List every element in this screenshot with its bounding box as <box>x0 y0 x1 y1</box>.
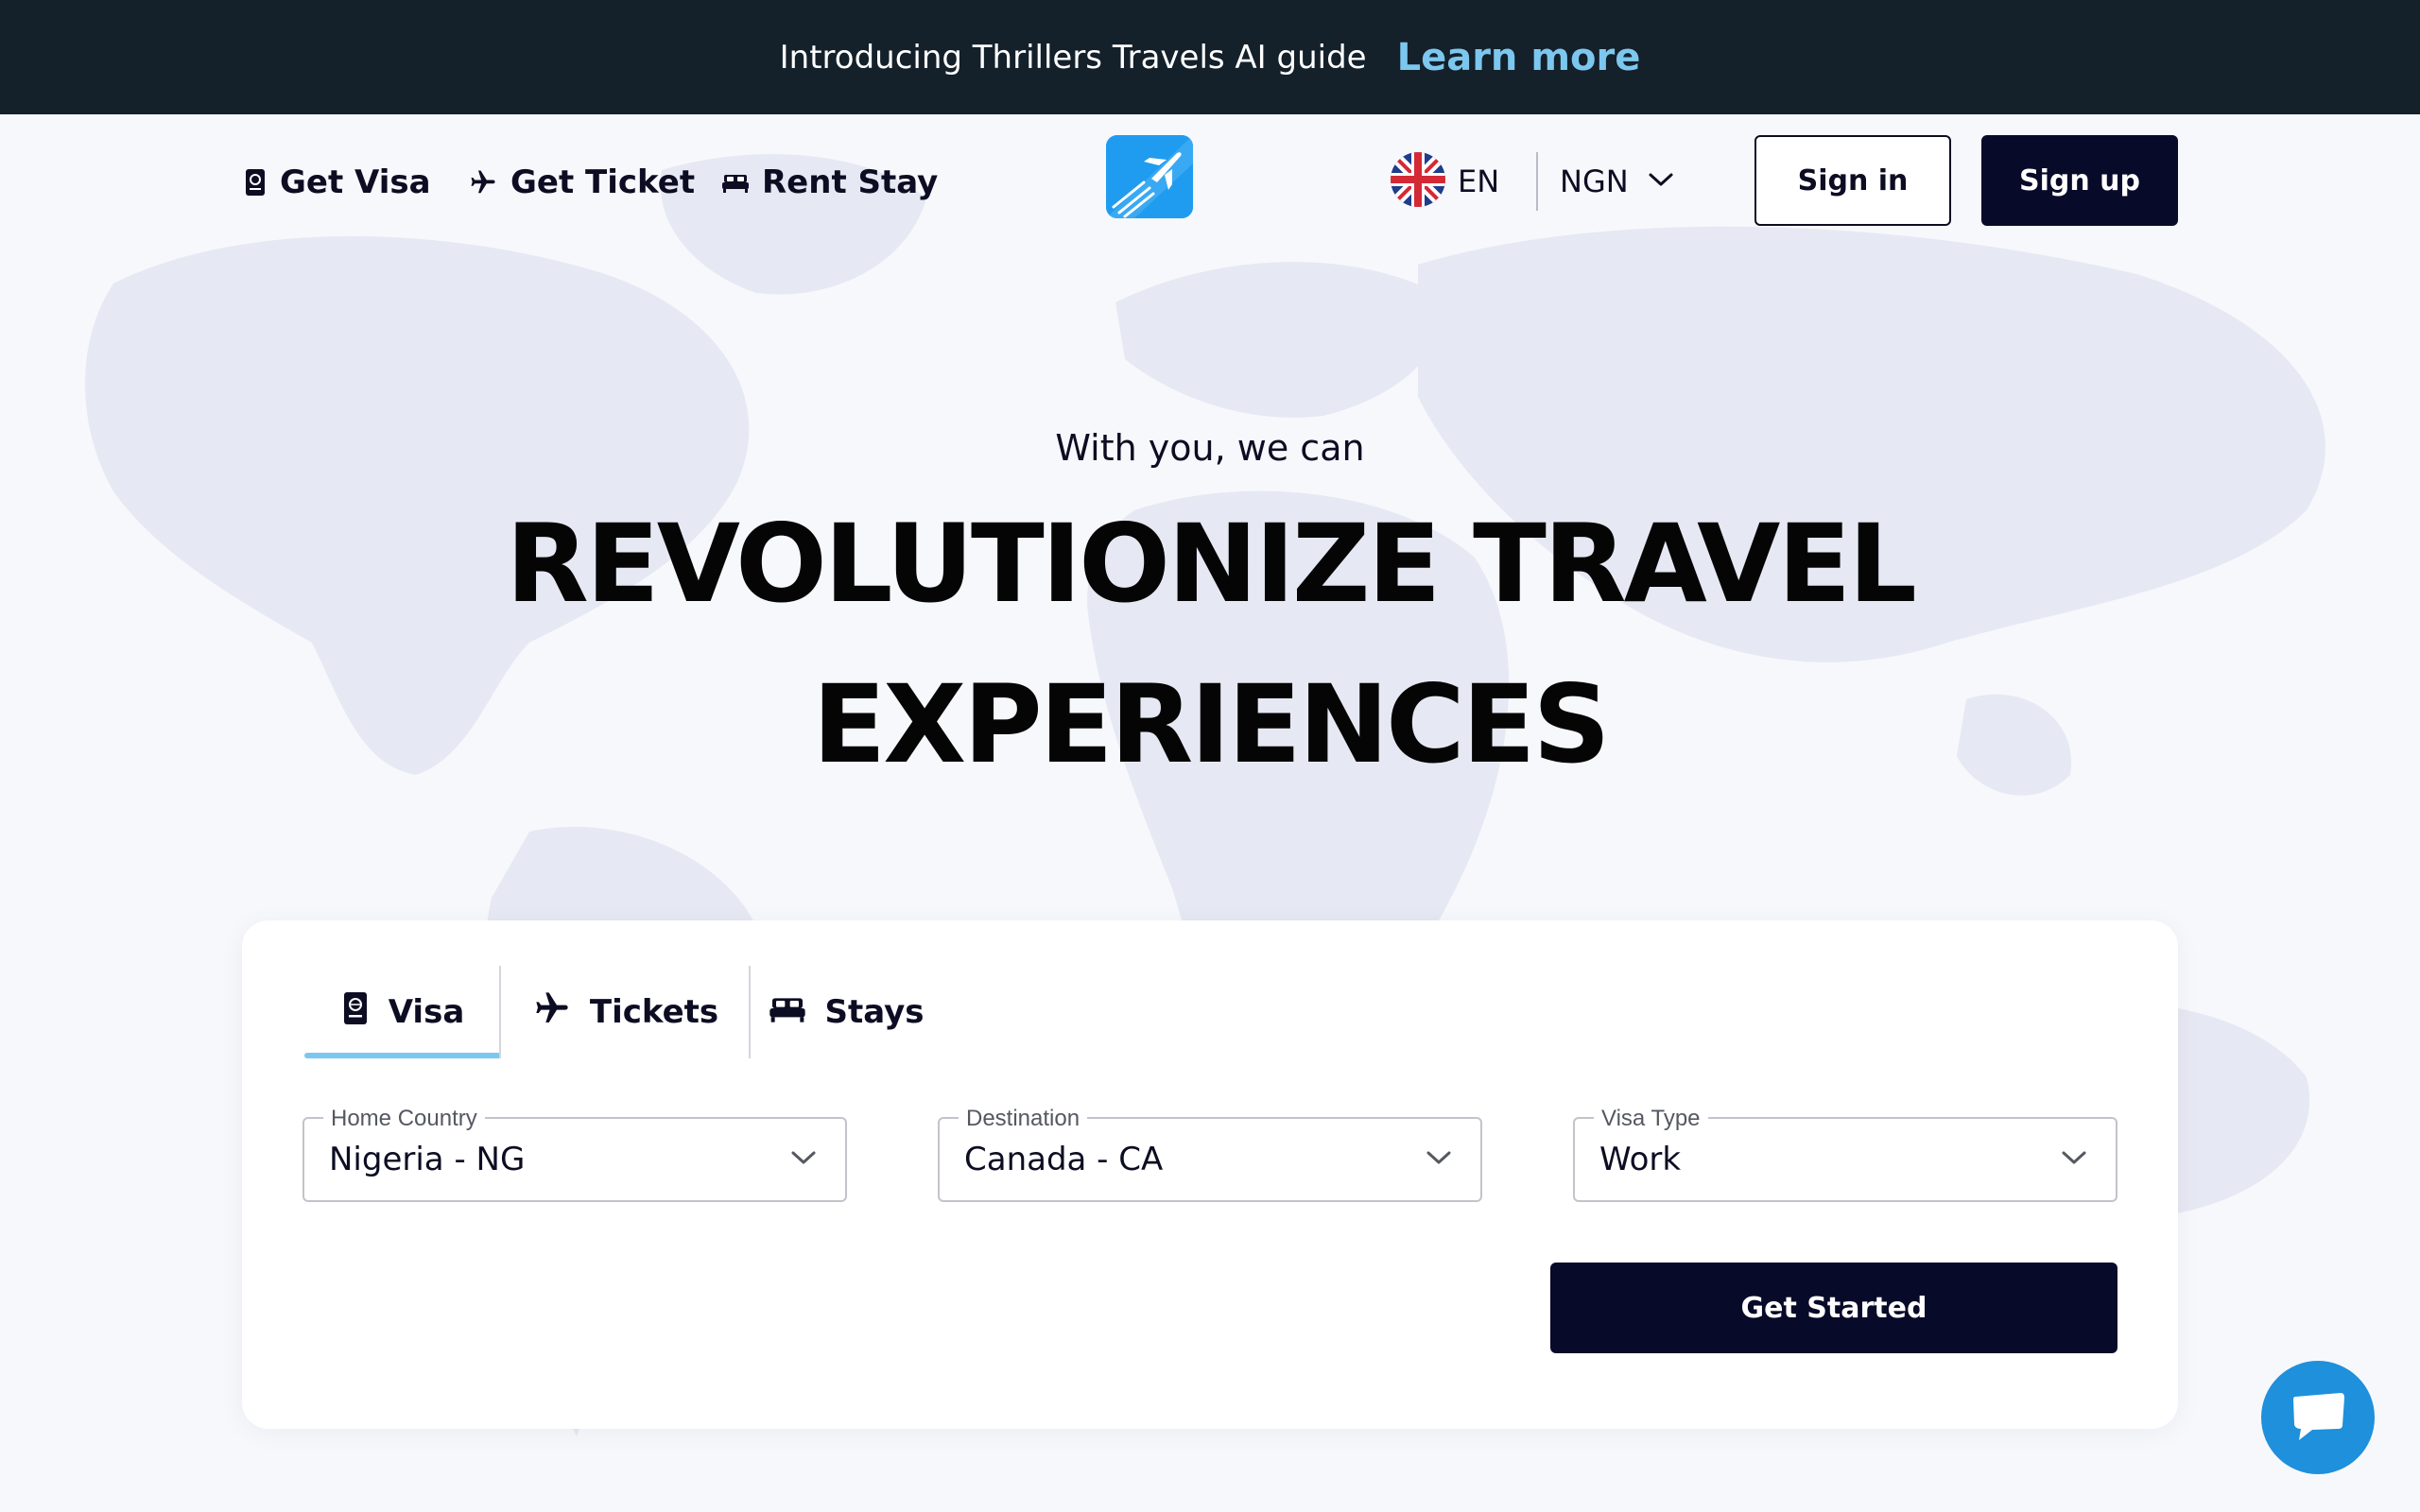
hero-subtitle: With you, we can <box>1055 427 1365 469</box>
tab-stays-label: Stays <box>824 993 925 1031</box>
chat-widget-button[interactable] <box>2261 1361 2375 1474</box>
tab-separator <box>749 966 751 1058</box>
tab-tickets-label: Tickets <box>589 993 719 1031</box>
chevron-down-icon <box>1426 1149 1452 1170</box>
chevron-down-icon <box>1648 171 1674 192</box>
search-card: Visa Tickets Stays Home Country Nigeria … <box>242 920 2178 1429</box>
bed-icon <box>722 171 749 194</box>
language-selector[interactable]: EN <box>1390 150 1499 213</box>
home-country-value: Nigeria - NG <box>329 1141 526 1178</box>
visa-type-value: Work <box>1599 1141 1682 1178</box>
tab-visa-label: Visa <box>388 993 465 1031</box>
nav-get-ticket[interactable]: Get Ticket <box>469 160 695 205</box>
tab-tickets[interactable]: Tickets <box>503 966 749 1058</box>
nav-rent-stay-label: Rent Stay <box>762 163 939 201</box>
chevron-down-icon <box>790 1149 817 1170</box>
destination-select[interactable]: Destination Canada - CA <box>938 1106 1482 1202</box>
visa-type-select[interactable]: Visa Type Work <box>1573 1106 2118 1202</box>
nav-get-ticket-label: Get Ticket <box>510 163 696 201</box>
nav-get-visa-label: Get Visa <box>280 163 431 201</box>
home-country-select[interactable]: Home Country Nigeria - NG <box>302 1106 847 1202</box>
tab-visa[interactable]: Visa <box>304 966 501 1058</box>
chat-bubble-icon <box>2290 1389 2346 1446</box>
passport-icon <box>244 168 267 197</box>
passport-icon <box>341 990 370 1035</box>
airplane-icon <box>533 989 571 1036</box>
hero-title-line-2: EXPERIENCES <box>812 662 1610 787</box>
currency-selector[interactable]: NGN <box>1560 150 1674 213</box>
top-navigation: Get Visa Get Ticket Rent Stay EN NGN Sig… <box>0 114 2420 247</box>
sign-in-button[interactable]: Sign in <box>1754 135 1951 226</box>
currency-code: NGN <box>1560 163 1629 199</box>
announcement-bar: Introducing Thrillers Travels AI guide L… <box>0 0 2420 114</box>
language-code: EN <box>1458 163 1500 199</box>
bed-icon <box>769 993 806 1032</box>
get-started-button[interactable]: Get Started <box>1550 1263 2118 1353</box>
nav-divider <box>1536 152 1538 211</box>
airplane-logo-icon[interactable] <box>1106 135 1193 218</box>
learn-more-link[interactable]: Learn more <box>1397 36 1641 79</box>
nav-get-visa[interactable]: Get Visa <box>244 160 431 205</box>
active-tab-indicator <box>304 1053 501 1058</box>
sign-up-button[interactable]: Sign up <box>1981 135 2178 226</box>
tab-separator <box>499 966 501 1058</box>
nav-rent-stay[interactable]: Rent Stay <box>722 160 938 205</box>
announcement-text: Introducing Thrillers Travels AI guide <box>779 38 1367 77</box>
airplane-icon <box>469 168 497 197</box>
tab-stays[interactable]: Stays <box>752 966 942 1058</box>
uk-flag-icon <box>1390 151 1446 212</box>
chevron-down-icon <box>2061 1149 2087 1170</box>
hero-title-line-1: REVOLUTIONIZE TRAVEL <box>506 501 1917 627</box>
destination-value: Canada - CA <box>964 1141 1164 1178</box>
